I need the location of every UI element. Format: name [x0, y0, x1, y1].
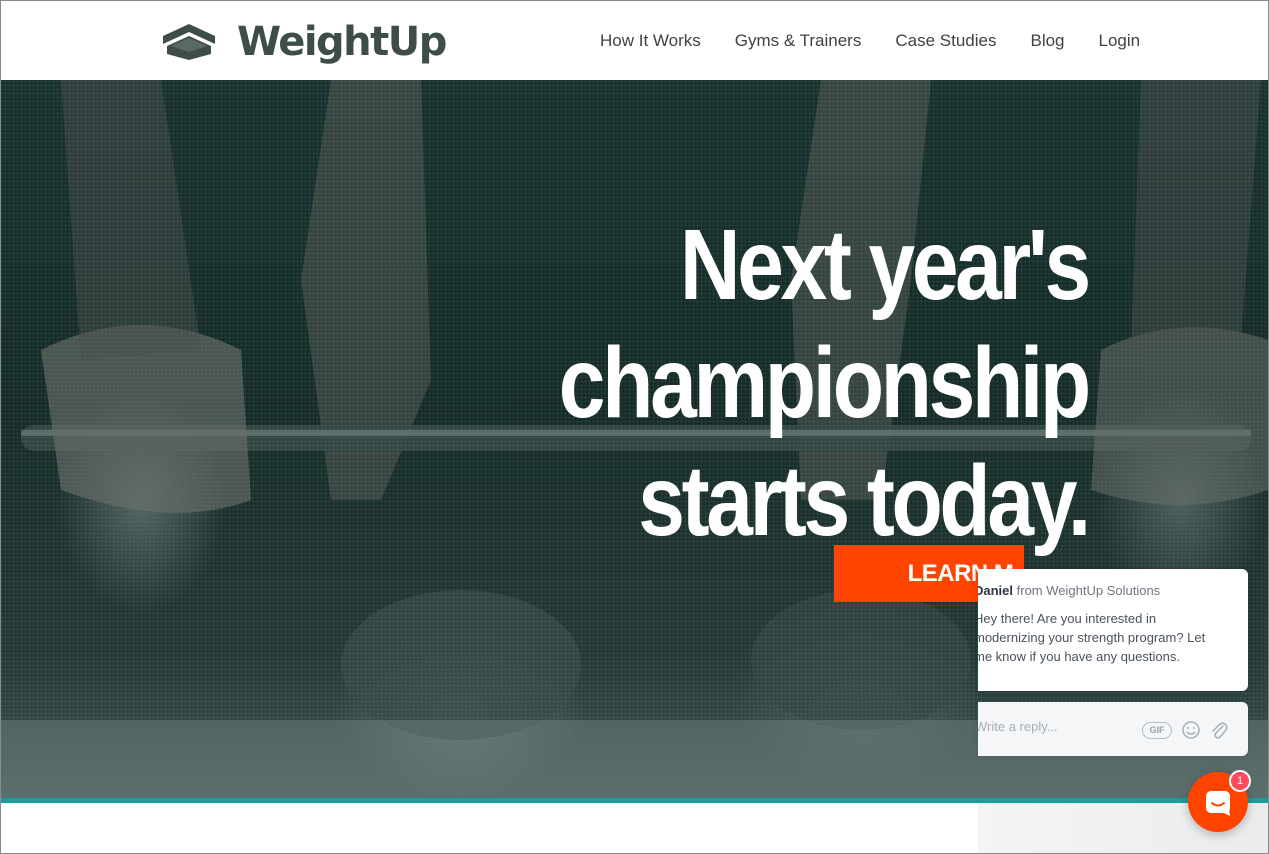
logo-mark-icon	[163, 24, 215, 60]
chat-reply-bar: GIF	[978, 702, 1248, 756]
logo-link[interactable]: WeightUp	[161, 19, 447, 65]
hero-headline: Next year's championship starts today.	[558, 206, 1091, 560]
paperclip-icon[interactable]	[1209, 720, 1229, 740]
headline-line-3: starts today.	[638, 445, 1091, 557]
nav-gyms-trainers[interactable]: Gyms & Trainers	[735, 31, 862, 51]
main-nav: How It Works Gyms & Trainers Case Studie…	[600, 31, 1140, 51]
nav-blog[interactable]: Blog	[1030, 31, 1064, 51]
headline-line-1: Next year's	[680, 209, 1091, 321]
chat-sender-org: from WeightUp Solutions	[1016, 583, 1161, 598]
nav-case-studies[interactable]: Case Studies	[895, 31, 996, 51]
chat-reply-input[interactable]	[978, 719, 1135, 734]
site-header: WeightUp How It Works Gyms & Trainers Ca…	[1, 1, 1268, 80]
unread-count-badge: 1	[1229, 770, 1251, 792]
chat-message-card[interactable]: Daniel from WeightUp Solutions Hey there…	[978, 569, 1248, 691]
chat-bubble-icon	[1206, 791, 1230, 816]
headline-line-2: championship	[558, 327, 1091, 439]
emoji-icon[interactable]	[1181, 720, 1201, 740]
logo-text: WeightUp	[237, 19, 447, 65]
chat-sender: Daniel from WeightUp Solutions	[978, 583, 1160, 598]
gif-button[interactable]: GIF	[1142, 722, 1172, 739]
chat-sender-name: Daniel	[978, 583, 1014, 598]
nav-login[interactable]: Login	[1099, 31, 1141, 51]
chat-message-text: Hey there! Are you interested in moderni…	[978, 611, 1206, 664]
nav-how-it-works[interactable]: How It Works	[600, 31, 701, 51]
